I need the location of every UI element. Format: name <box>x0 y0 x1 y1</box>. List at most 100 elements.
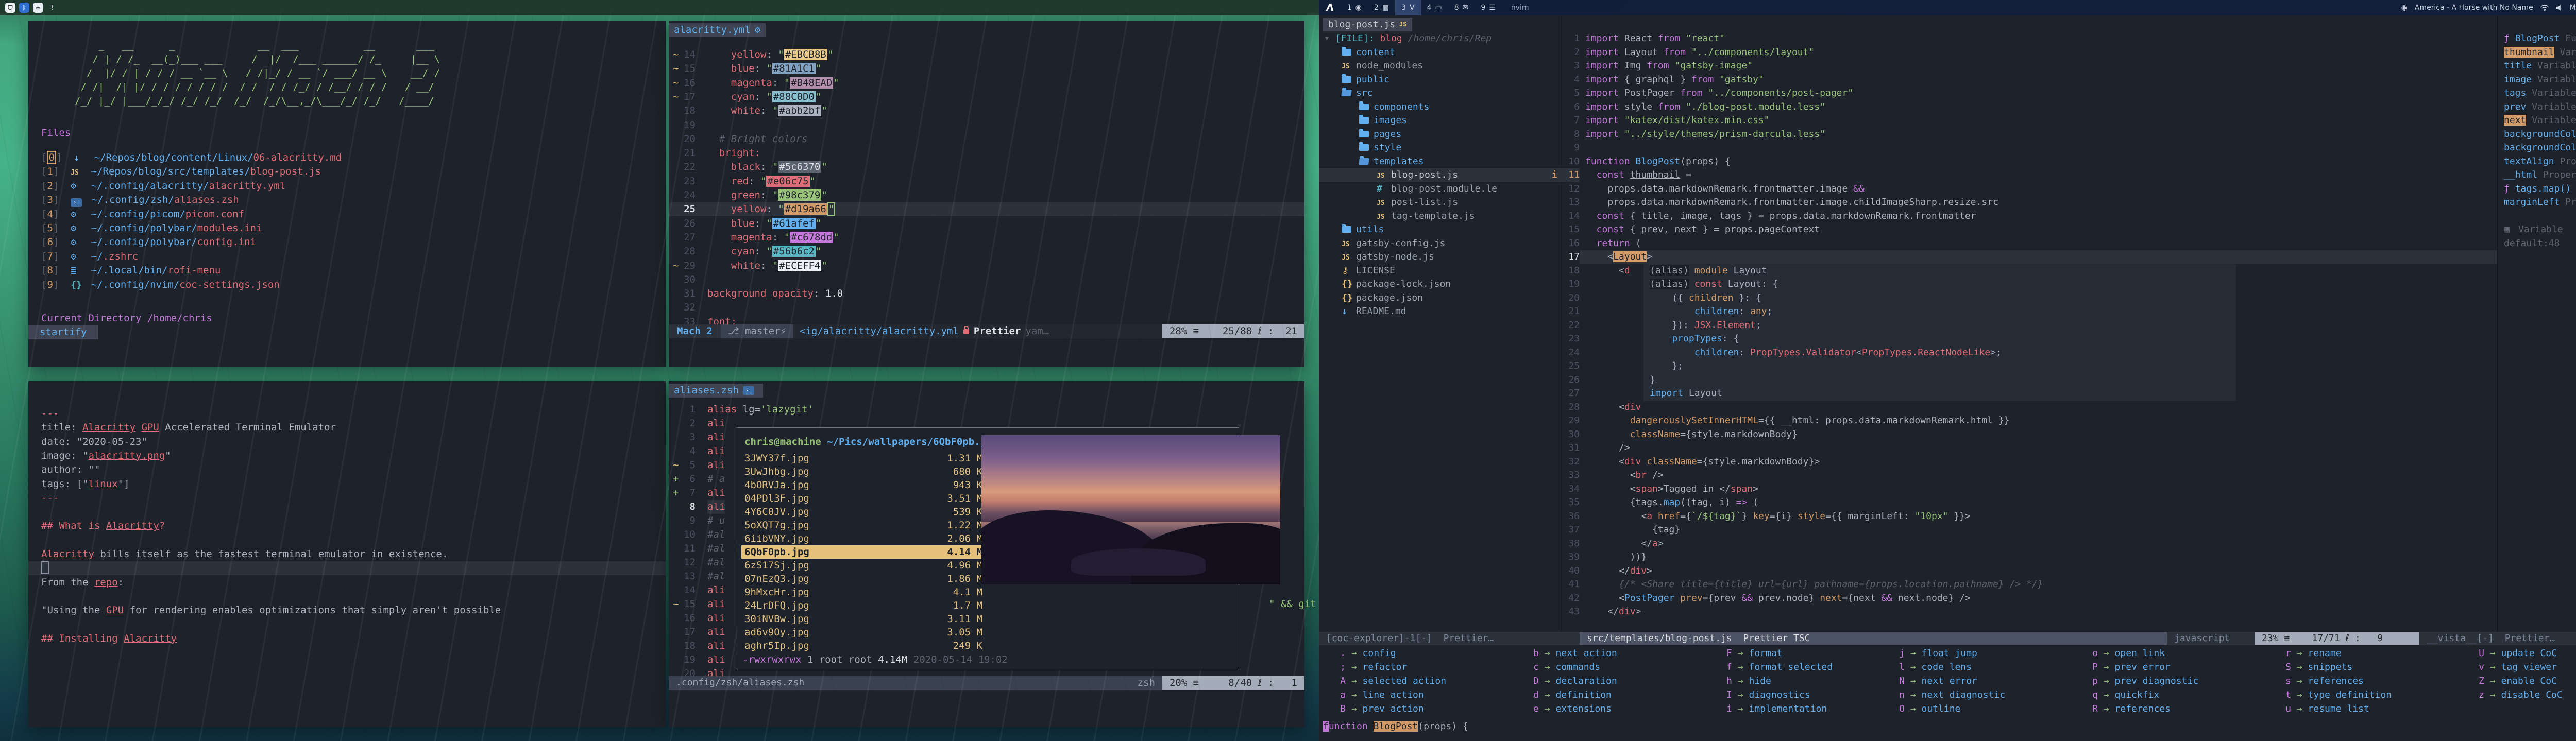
display-icon[interactable]: ▭ <box>33 3 43 13</box>
markdown-line[interactable]: From the repo: <box>41 576 124 590</box>
whichkey-item[interactable]: N → next error <box>1893 675 1977 688</box>
file-row[interactable]: 6QbF0pb.jpg4.14 M <box>741 545 982 559</box>
yaml-line[interactable]: yellow: "#EBCB8B" <box>707 48 833 62</box>
markdown-line[interactable]: date: "2020-05-23" <box>41 435 147 449</box>
whichkey-item[interactable]: O → outline <box>1893 702 1960 716</box>
yaml-line[interactable]: font: <box>707 315 737 329</box>
whichkey-item[interactable]: p → prev diagnostic <box>2087 675 2198 688</box>
whichkey-item[interactable]: j → float jump <box>1893 647 1977 660</box>
yaml-line[interactable]: blue: "#81A1C1" <box>707 62 821 76</box>
markdown-line[interactable]: image: "alacritty.png" <box>41 449 171 463</box>
buffer-tab-aliases-zsh[interactable]: aliases.zsh›_ <box>669 384 763 398</box>
whichkey-item[interactable]: ; → refactor <box>1334 661 1407 674</box>
code-line[interactable]: <div <box>1585 401 1641 414</box>
markdown-line[interactable] <box>41 561 49 575</box>
startify-entry[interactable]: [5] ⚙ ~/.config/polybar/modules.ini <box>41 221 262 235</box>
file-row[interactable]: 3JWY37f.jpg1.31 M <box>741 452 982 465</box>
explorer-item-blog-post.module.le[interactable]: #blog-post.module.le <box>1377 182 1497 196</box>
song-title[interactable]: America - A Horse with No Name <box>2415 4 2533 12</box>
zsh-line[interactable]: ali <box>707 417 725 430</box>
startify-entry[interactable]: [8] ≣ ~/.local/bin/rofi-menu <box>41 264 221 278</box>
code-line[interactable]: import React from "react" <box>1585 32 1725 45</box>
markdown-line[interactable]: author: "" <box>41 463 100 477</box>
whichkey-item[interactable]: e → extensions <box>1528 702 1612 716</box>
zsh-line[interactable]: ali <box>707 430 725 444</box>
outline-item[interactable]: image Variable:14 <box>2504 73 2576 87</box>
explorer-item-components[interactable]: components <box>1359 100 1429 114</box>
workspace-9[interactable]: 9☰ <box>1475 0 1501 15</box>
markdown-line[interactable]: ## Installing Alacritty <box>41 632 177 646</box>
file-row[interactable]: 07nEzQ3.jpg1.86 M <box>741 572 982 585</box>
outline-item[interactable]: ƒ tags.map() callback Function:35 <box>2504 182 2576 196</box>
zsh-line[interactable]: # a <box>707 472 725 486</box>
whichkey-item[interactable]: v → tag viewer <box>2473 661 2557 674</box>
code-line[interactable]: <d <box>1585 264 1630 278</box>
file-row[interactable]: ad6v9Oy.jpg3.05 M <box>741 626 982 639</box>
explorer-item-tag-template.js[interactable]: JStag-template.js <box>1377 210 1475 223</box>
code-line[interactable]: dangerouslySetInnerHTML={{ __html: props… <box>1585 414 2010 427</box>
yaml-line[interactable]: cyan: "#88C0D0" <box>707 90 821 104</box>
zsh-line[interactable]: ali <box>707 611 725 625</box>
yaml-line[interactable]: white: "#ECEFF4" <box>707 259 827 273</box>
zsh-line[interactable]: ali <box>707 500 725 514</box>
code-line[interactable]: <br /> <box>1585 469 1664 482</box>
outline-item[interactable]: ƒ BlogPost Function:10 <box>2504 32 2576 45</box>
outline-item[interactable]: ▤Variable <box>2504 223 2563 236</box>
whichkey-item[interactable]: s → references <box>2280 675 2364 688</box>
explorer-item-blog-post.js[interactable]: JSblog-post.js <box>1377 168 1458 182</box>
code-line[interactable]: <Layout> <box>1585 250 1652 264</box>
workspace-4[interactable]: 4▭ <box>1421 0 1448 15</box>
markdown-line[interactable]: "Using the GPU for rendering enables opt… <box>41 604 501 617</box>
outline-item[interactable]: next Variable:15 <box>2504 114 2576 127</box>
code-line[interactable]: import Img from "gatsby-image" <box>1585 59 1753 73</box>
zsh-line[interactable]: ali <box>707 597 725 611</box>
explorer-item-utils[interactable]: utils <box>1342 223 1384 236</box>
zsh-line[interactable]: #al <box>707 570 725 583</box>
whichkey-item[interactable]: t → type definition <box>2280 688 2392 702</box>
yaml-line[interactable]: cyan: "#56b6c2" <box>707 245 821 259</box>
explorer-item-style[interactable]: style <box>1359 141 1401 154</box>
zsh-line[interactable]: #al <box>707 528 725 542</box>
code-line[interactable]: className={style.markdownBody} <box>1585 428 1798 441</box>
file-row[interactable]: 30iNVBw.jpg3.11 M <box>741 612 982 626</box>
code-line[interactable]: import "katex/dist/katex.min.css" <box>1585 114 1770 127</box>
yaml-line[interactable]: # Bright colors <box>707 132 807 146</box>
startify-entry[interactable]: [0] ↓ ~/Repos/blog/content/Linux/06-alac… <box>41 151 342 165</box>
file-row[interactable]: 4bORVJa.jpg943 K <box>741 478 982 492</box>
whichkey-item[interactable]: h → hide <box>1721 675 1771 688</box>
whichkey-item[interactable]: I → diagnostics <box>1721 688 1810 702</box>
code-line[interactable]: function BlogPost(props) { <box>1585 155 1731 168</box>
code-line[interactable]: {tags.map((tag, i) => ( <box>1585 496 1758 509</box>
alert-icon[interactable]: ! <box>47 3 57 13</box>
discord-icon[interactable]: ᗜ <box>5 3 15 13</box>
whichkey-item[interactable]: n → next diagnostic <box>1893 688 2005 702</box>
yaml-line[interactable]: magenta: "#B48EAD" <box>707 76 839 90</box>
markdown-line[interactable]: ## What is Alacritty? <box>41 519 165 533</box>
zsh-line[interactable]: ali <box>707 653 725 667</box>
code-line[interactable]: <span>Tagged in </span> <box>1585 482 1758 496</box>
whichkey-item[interactable]: a → line action <box>1334 688 1424 702</box>
yaml-line[interactable]: black: "#5c6370" <box>707 160 827 174</box>
whichkey-item[interactable]: o → open link <box>2087 647 2165 660</box>
zsh-line[interactable]: # u <box>707 514 725 528</box>
file-row[interactable]: 6iibVNY.jpg2.06 M <box>741 532 982 545</box>
startify-entry[interactable]: [3] ›_ ~/.config/zsh/aliases.zsh <box>41 193 239 207</box>
whichkey-item[interactable]: l → code lens <box>1893 661 1972 674</box>
explorer-item-content[interactable]: content <box>1342 46 1395 59</box>
zsh-line[interactable]: ali <box>707 583 725 597</box>
zsh-line[interactable]: #al <box>707 542 725 556</box>
explorer-item-public[interactable]: public <box>1342 73 1389 87</box>
startify-entry[interactable]: [4] ⚙ ~/.config/picom/picom.conf <box>41 208 244 221</box>
code-line[interactable]: <PostPager prev={prev && prev.node} next… <box>1585 592 1971 605</box>
whichkey-item[interactable]: q → quickfix <box>2087 688 2159 702</box>
startify-entry[interactable]: [6] ⚙ ~/.config/polybar/config.ini <box>41 235 256 249</box>
markdown-line[interactable]: --- <box>41 491 59 505</box>
code-line[interactable]: </a> <box>1585 537 1664 550</box>
code-line[interactable]: /> <box>1585 441 1630 455</box>
startify-entry[interactable]: [7] ⚙ ~/.zshrc <box>41 250 138 264</box>
markdown-line[interactable]: Alacritty bills itself as the fastest te… <box>41 547 448 561</box>
file-row[interactable]: 04PDl3F.jpg3.51 M <box>741 492 982 505</box>
yaml-line[interactable]: blue: "#61afef" <box>707 217 821 231</box>
zsh-line[interactable]: #al <box>707 556 725 570</box>
code-line[interactable]: const thumbnail = <box>1585 168 1691 182</box>
